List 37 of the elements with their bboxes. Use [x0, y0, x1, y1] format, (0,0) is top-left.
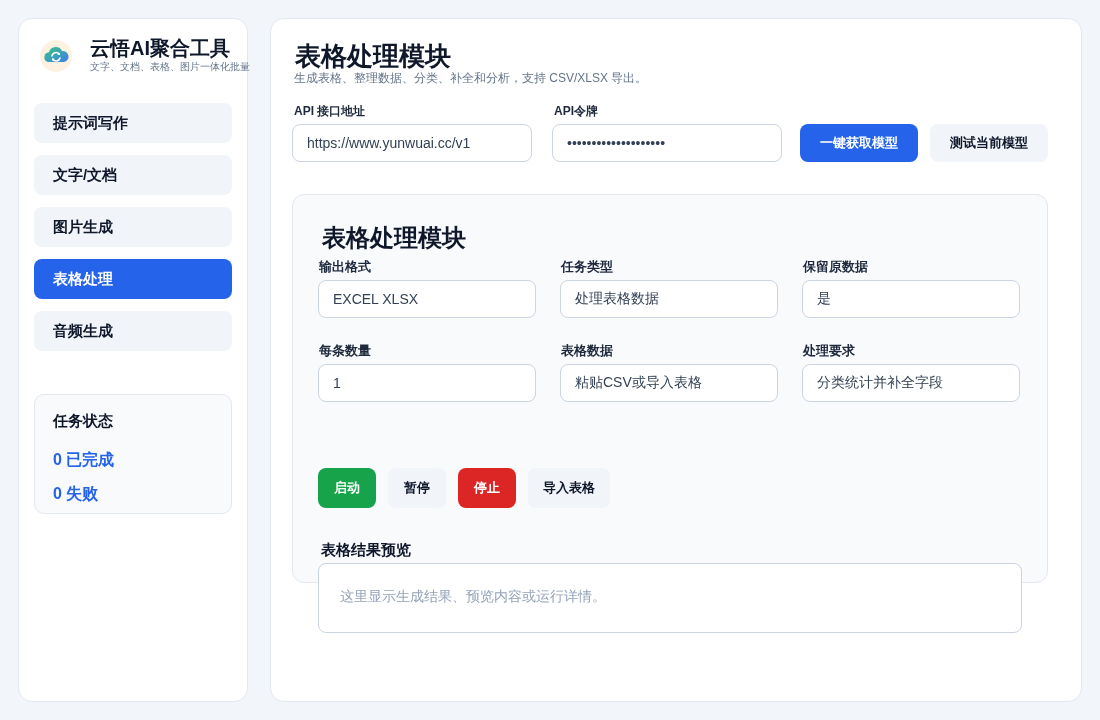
text-field[interactable]: EXCEL XLSX [318, 280, 536, 318]
module-title: 表格处理模块 [322, 223, 467, 253]
field-label: 每条数量 [318, 344, 372, 358]
text-field[interactable]: 是 [802, 280, 1020, 318]
text-field[interactable]: 1 [318, 364, 536, 402]
field-label: API令牌 [553, 103, 599, 119]
cloud-logo-icon [40, 39, 72, 72]
secondary-button[interactable]: 暂停 [388, 468, 446, 508]
secondary-button[interactable]: 测试当前模型 [930, 124, 1048, 162]
field-label: 表格数据 [560, 344, 614, 358]
nav-item[interactable]: 图片生成 [34, 207, 232, 247]
result-textarea[interactable]: 这里显示生成结果、预览内容或运行详情。 [318, 563, 1022, 633]
secondary-button[interactable]: 导入表格 [528, 468, 610, 508]
field-label: 处理要求 [802, 344, 856, 358]
text-field[interactable]: https://www.yunwuai.cc/v1 [292, 124, 532, 162]
field-label: 任务类型 [560, 260, 614, 274]
status-count: 0 已完成 [53, 450, 116, 470]
text-field[interactable]: •••••••••••••••••••• [552, 124, 782, 162]
text-field[interactable]: 粘贴CSV或导入表格 [560, 364, 778, 402]
primary-button[interactable]: 一键获取模型 [800, 124, 918, 162]
page-subtitle: 生成表格、整理数据、分类、补全和分析，支持 CSV/XLSX 导出。 [294, 70, 649, 86]
field-label: 保留原数据 [802, 260, 869, 274]
field-label: API 接口地址 [293, 103, 367, 119]
status-count: 0 失败 [53, 484, 100, 504]
nav-item[interactable]: 音频生成 [34, 311, 232, 351]
app-subtitle: 文字、文档、表格、图片一体化批量 [90, 60, 250, 73]
status-title: 任务状态 [53, 411, 114, 431]
nav-item[interactable]: 表格处理 [34, 259, 232, 299]
text-field[interactable]: 分类统计并补全字段 [802, 364, 1020, 402]
page-title: 表格处理模块 [295, 42, 452, 70]
nav-item[interactable]: 提示词写作 [34, 103, 232, 143]
text-field[interactable]: 处理表格数据 [560, 280, 778, 318]
stop-button[interactable]: 停止 [458, 468, 516, 508]
app-title: 云悟AI聚合工具 [90, 36, 230, 60]
nav-item[interactable]: 文字/文档 [34, 155, 232, 195]
field-label: 输出格式 [318, 260, 372, 274]
preview-title: 表格结果预览 [321, 540, 412, 560]
